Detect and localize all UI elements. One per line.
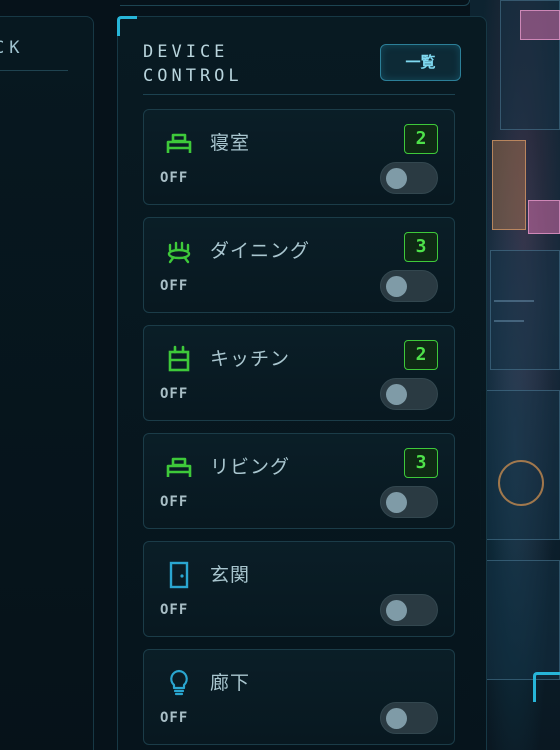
room-power-toggle[interactable]: [380, 378, 438, 410]
room-power-toggle[interactable]: [380, 162, 438, 194]
room-status: OFF: [160, 710, 189, 726]
room-power-toggle[interactable]: [380, 270, 438, 302]
list-view-button[interactable]: 一覧: [380, 44, 461, 81]
room-name: キッチン: [210, 348, 291, 370]
toggle-knob: [386, 276, 407, 297]
left-panel-title: CK: [0, 38, 25, 58]
room-power-toggle[interactable]: [380, 486, 438, 518]
top-strip: [120, 0, 470, 6]
room-status: OFF: [160, 386, 189, 402]
left-panel-divider: [0, 70, 68, 71]
room-card-entrance[interactable]: 玄関 OFF: [143, 541, 455, 637]
room-power-toggle[interactable]: [380, 594, 438, 626]
device-count-badge: 3: [404, 448, 438, 478]
panel-title: DEVICE CONTROL: [143, 42, 243, 86]
room-power-toggle[interactable]: [380, 702, 438, 734]
room-status: OFF: [160, 602, 189, 618]
room-name: 廊下: [210, 672, 251, 694]
room-card-hallway[interactable]: 廊下 OFF: [143, 649, 455, 745]
room-name: 玄関: [210, 564, 251, 586]
room-name: ダイニング: [210, 240, 311, 262]
left-panel: [0, 16, 94, 750]
toggle-knob: [386, 384, 407, 405]
toggle-knob: [386, 168, 407, 189]
toggle-knob: [386, 708, 407, 729]
room-name: リビング: [210, 456, 291, 478]
title-divider: [143, 94, 455, 95]
corner-accent: [117, 16, 137, 36]
room-status: OFF: [160, 278, 189, 294]
room-card-bedroom[interactable]: 寝室 OFF 2: [143, 109, 455, 205]
sofa-icon: [166, 457, 192, 477]
bed-icon: [166, 133, 192, 153]
door-icon: [169, 561, 189, 589]
room-card-kitchen[interactable]: キッチン OFF 2: [143, 325, 455, 421]
room-card-dining[interactable]: ダイニング OFF 3: [143, 217, 455, 313]
toggle-knob: [386, 492, 407, 513]
room-card-living[interactable]: リビング OFF 3: [143, 433, 455, 529]
room-status: OFF: [160, 494, 189, 510]
chandelier-icon: [167, 241, 191, 264]
corner-accent: [533, 672, 560, 702]
appliance-icon: [168, 345, 190, 372]
lightbulb-icon: [170, 669, 188, 696]
room-status: OFF: [160, 170, 189, 186]
room-name: 寝室: [210, 132, 251, 154]
device-count-badge: 2: [404, 340, 438, 370]
device-count-badge: 2: [404, 124, 438, 154]
toggle-knob: [386, 600, 407, 621]
device-count-badge: 3: [404, 232, 438, 262]
